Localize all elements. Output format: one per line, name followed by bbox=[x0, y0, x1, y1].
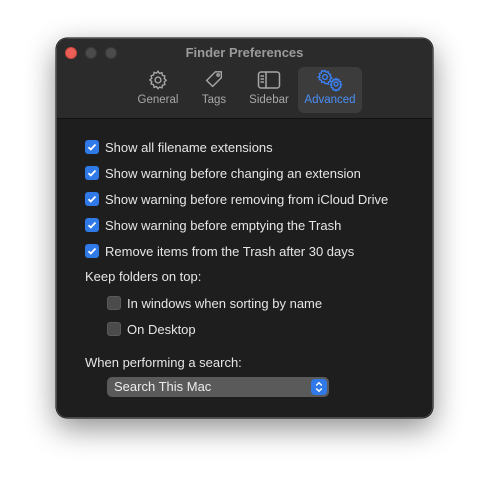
tab-advanced[interactable]: Advanced bbox=[298, 67, 362, 113]
chevron-updown-icon bbox=[311, 379, 327, 395]
option-label: On Desktop bbox=[127, 321, 196, 337]
tab-label: Advanced bbox=[304, 94, 356, 106]
option-warn-icloud[interactable]: Show warning before removing from iCloud… bbox=[85, 190, 388, 208]
window-title: Finder Preferences bbox=[185, 45, 304, 60]
option-label: Show warning before emptying the Trash bbox=[105, 217, 342, 233]
checkbox-unchecked[interactable] bbox=[107, 296, 121, 310]
option-folders-top-windows[interactable]: In windows when sorting by name bbox=[107, 294, 322, 312]
finder-preferences-window: Finder Preferences General Tags Sidebar … bbox=[56, 38, 433, 418]
toolbar: Finder Preferences General Tags Sidebar … bbox=[57, 39, 432, 119]
tab-tags[interactable]: Tags bbox=[195, 67, 233, 113]
option-show-extensions[interactable]: Show all filename extensions bbox=[85, 138, 273, 156]
folders-on-top-heading: Keep folders on top: bbox=[85, 269, 202, 284]
checkbox-checked[interactable] bbox=[85, 218, 99, 232]
option-label: In windows when sorting by name bbox=[127, 295, 323, 311]
tab-label: Tags bbox=[201, 94, 227, 106]
checkbox-unchecked[interactable] bbox=[107, 322, 121, 336]
checkbox-checked[interactable] bbox=[85, 192, 99, 206]
tab-general[interactable]: General bbox=[133, 67, 183, 113]
option-label: Show warning before changing an extensio… bbox=[105, 165, 361, 181]
option-warn-change-extension[interactable]: Show warning before changing an extensio… bbox=[85, 164, 361, 182]
search-scope-heading: When performing a search: bbox=[85, 355, 242, 370]
option-remove-trash-30-days[interactable]: Remove items from the Trash after 30 day… bbox=[85, 242, 354, 260]
sidebar-icon bbox=[257, 67, 281, 92]
checkbox-checked[interactable] bbox=[85, 244, 99, 258]
tab-label: Sidebar bbox=[249, 94, 289, 106]
checkbox-checked[interactable] bbox=[85, 140, 99, 154]
gear-icon bbox=[147, 67, 169, 92]
search-scope-select[interactable]: Search This Mac bbox=[107, 377, 329, 397]
option-label: Remove items from the Trash after 30 day… bbox=[105, 243, 355, 259]
tab-label: General bbox=[137, 94, 179, 106]
option-warn-empty-trash[interactable]: Show warning before emptying the Trash bbox=[85, 216, 341, 234]
option-folders-top-desktop[interactable]: On Desktop bbox=[107, 320, 196, 338]
checkbox-checked[interactable] bbox=[85, 166, 99, 180]
tab-sidebar[interactable]: Sidebar bbox=[245, 67, 293, 113]
gears-icon bbox=[315, 67, 345, 92]
tag-icon bbox=[203, 67, 225, 92]
search-scope-value: Search This Mac bbox=[114, 379, 212, 394]
option-label: Show warning before removing from iCloud… bbox=[105, 191, 389, 207]
option-label: Show all filename extensions bbox=[105, 139, 273, 155]
